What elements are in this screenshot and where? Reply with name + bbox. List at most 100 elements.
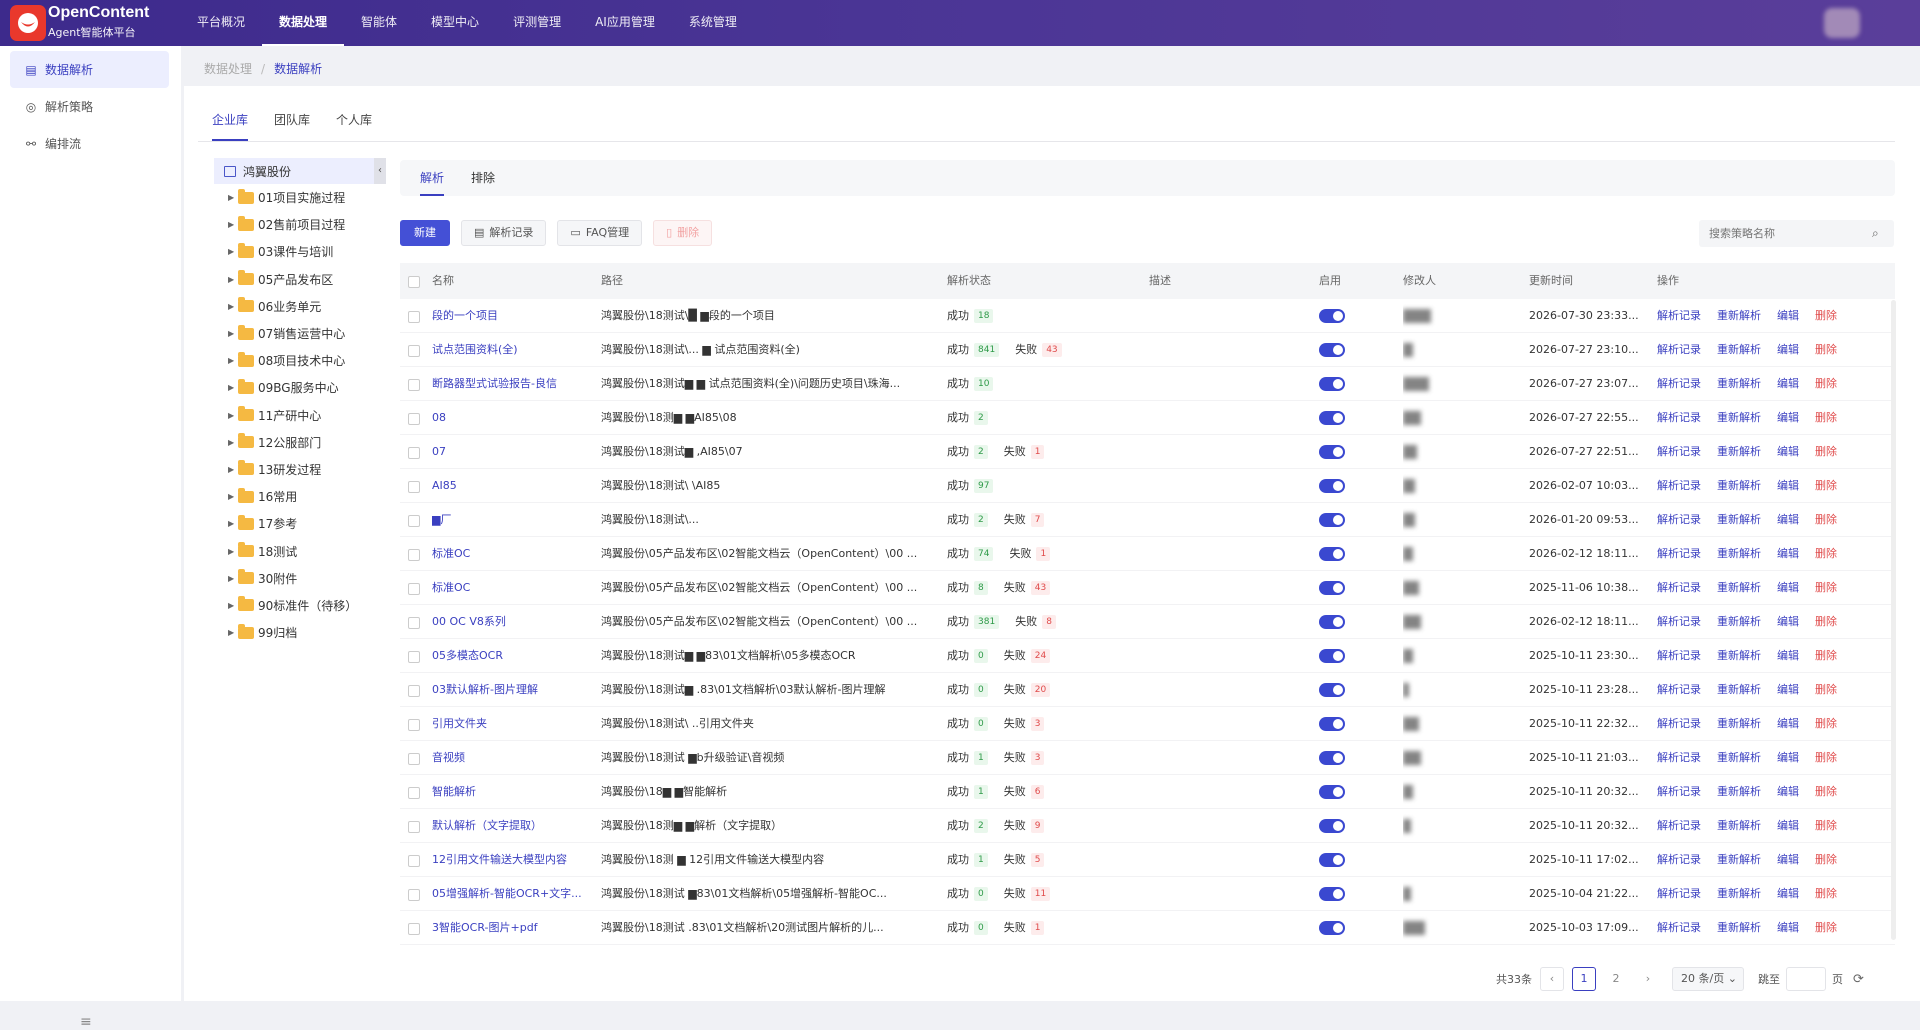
enable-toggle[interactable] — [1319, 445, 1345, 459]
caret-right-icon[interactable]: ▶ — [228, 411, 238, 420]
strategy-name-link[interactable]: 07 — [432, 435, 594, 469]
row-checkbox[interactable] — [408, 447, 420, 459]
tree-root[interactable]: 鸿翼股份 ‹ — [214, 158, 386, 184]
reparse-link[interactable]: 重新解析 — [1717, 785, 1761, 798]
parse-records-link[interactable]: 解析记录 — [1657, 887, 1701, 900]
caret-right-icon[interactable]: ▶ — [228, 438, 238, 447]
nav-item[interactable]: 数据处理 — [262, 0, 345, 46]
row-checkbox[interactable] — [408, 379, 420, 391]
caret-right-icon[interactable]: ▶ — [228, 247, 238, 256]
edit-link[interactable]: 编辑 — [1777, 887, 1799, 900]
page-size-select[interactable]: 20 条/页 ⌄ — [1672, 967, 1744, 991]
strategy-name-link[interactable]: 03默认解析-图片理解 — [432, 673, 594, 707]
enable-toggle[interactable] — [1319, 309, 1345, 323]
delete-link[interactable]: 删除 — [1815, 479, 1837, 492]
reparse-link[interactable]: 重新解析 — [1717, 479, 1761, 492]
caret-right-icon[interactable]: ▶ — [228, 329, 238, 338]
sidebar-item-flow[interactable]: ⚯ 编排流 — [10, 125, 169, 162]
delete-link[interactable]: 删除 — [1815, 343, 1837, 356]
enable-toggle[interactable] — [1319, 853, 1345, 867]
edit-link[interactable]: 编辑 — [1777, 479, 1799, 492]
tree-collapse-button[interactable]: ‹ — [374, 158, 386, 184]
reparse-link[interactable]: 重新解析 — [1717, 853, 1761, 866]
tree-node[interactable]: ▶ 06业务单元 — [214, 293, 384, 320]
strategy-name-link[interactable]: 试点范围资料(全) — [432, 333, 594, 367]
row-checkbox[interactable] — [408, 549, 420, 561]
tab-personal-library[interactable]: 个人库 — [336, 108, 372, 141]
edit-link[interactable]: 编辑 — [1777, 581, 1799, 594]
reparse-link[interactable]: 重新解析 — [1717, 819, 1761, 832]
breadcrumb-parent[interactable]: 数据处理 — [204, 62, 252, 76]
edit-link[interactable]: 编辑 — [1777, 343, 1799, 356]
reparse-link[interactable]: 重新解析 — [1717, 581, 1761, 594]
page-1-button[interactable]: 1 — [1572, 967, 1596, 991]
parse-records-link[interactable]: 解析记录 — [1657, 377, 1701, 390]
enable-toggle[interactable] — [1319, 751, 1345, 765]
caret-right-icon[interactable]: ▶ — [228, 220, 238, 229]
reparse-link[interactable]: 重新解析 — [1717, 717, 1761, 730]
enable-toggle[interactable] — [1319, 649, 1345, 663]
caret-right-icon[interactable]: ▶ — [228, 492, 238, 501]
strategy-name-link[interactable]: 3智能OCR-图片+pdf — [432, 911, 594, 945]
enable-toggle[interactable] — [1319, 887, 1345, 901]
enable-toggle[interactable] — [1319, 921, 1345, 935]
parse-records-link[interactable]: 解析记录 — [1657, 547, 1701, 560]
tab-parse[interactable]: 解析 — [420, 160, 445, 196]
strategy-name-link[interactable]: 08 — [432, 401, 594, 435]
row-checkbox[interactable] — [408, 413, 420, 425]
strategy-name-link[interactable]: 05增强解析-智能OCR+文字... — [432, 877, 594, 911]
refresh-icon[interactable]: ⟳ — [1853, 972, 1864, 987]
faq-button[interactable]: ▭ FAQ管理 — [557, 220, 643, 246]
parse-records-button[interactable]: ▤ 解析记录 — [461, 220, 547, 246]
strategy-name-link[interactable]: 断路器型式试验报告-良信 — [432, 367, 594, 401]
parse-records-link[interactable]: 解析记录 — [1657, 343, 1701, 356]
tab-enterprise-library[interactable]: 企业库 — [212, 108, 249, 141]
tree-node[interactable]: ▶ 01项目实施过程 — [214, 184, 384, 211]
caret-right-icon[interactable]: ▶ — [228, 193, 238, 202]
row-checkbox[interactable] — [408, 651, 420, 663]
enable-toggle[interactable] — [1319, 785, 1345, 799]
row-checkbox[interactable] — [408, 753, 420, 765]
reparse-link[interactable]: 重新解析 — [1717, 377, 1761, 390]
opencontent-logo[interactable] — [10, 5, 46, 41]
jump-page-input[interactable] — [1786, 967, 1826, 991]
caret-right-icon[interactable]: ▶ — [228, 547, 238, 556]
edit-link[interactable]: 编辑 — [1777, 921, 1799, 934]
delete-link[interactable]: 删除 — [1815, 581, 1837, 594]
sidebar-item-data-parsing[interactable]: ▤ 数据解析 — [10, 51, 169, 88]
parse-records-link[interactable]: 解析记录 — [1657, 751, 1701, 764]
tree-node[interactable]: ▶ 90标准件（待移） — [214, 592, 384, 619]
caret-right-icon[interactable]: ▶ — [228, 465, 238, 474]
row-checkbox[interactable] — [408, 345, 420, 357]
tree-node[interactable]: ▶ 08项目技术中心 — [214, 347, 384, 374]
parse-records-link[interactable]: 解析记录 — [1657, 819, 1701, 832]
delete-link[interactable]: 删除 — [1815, 785, 1837, 798]
strategy-name-link[interactable]: ▆厂 — [432, 503, 594, 537]
enable-toggle[interactable] — [1319, 683, 1345, 697]
strategy-name-link[interactable]: 默认解析（文字提取） — [432, 809, 594, 843]
enable-toggle[interactable] — [1319, 479, 1345, 493]
nav-item[interactable]: 智能体 — [344, 0, 414, 46]
row-checkbox[interactable] — [408, 889, 420, 901]
delete-link[interactable]: 删除 — [1815, 649, 1837, 662]
enable-toggle[interactable] — [1319, 581, 1345, 595]
nav-item[interactable]: 评测管理 — [496, 0, 578, 46]
edit-link[interactable]: 编辑 — [1777, 377, 1799, 390]
tree-node[interactable]: ▶ 16常用 — [214, 483, 384, 510]
reparse-link[interactable]: 重新解析 — [1717, 921, 1761, 934]
prev-page-button[interactable]: ‹ — [1540, 967, 1564, 991]
row-checkbox[interactable] — [408, 719, 420, 731]
enable-toggle[interactable] — [1319, 547, 1345, 561]
caret-right-icon[interactable]: ▶ — [228, 383, 238, 392]
tree-node[interactable]: ▶ 99归档 — [214, 619, 384, 646]
enable-toggle[interactable] — [1319, 717, 1345, 731]
caret-right-icon[interactable]: ▶ — [228, 275, 238, 284]
enable-toggle[interactable] — [1319, 513, 1345, 527]
row-checkbox[interactable] — [408, 685, 420, 697]
edit-link[interactable]: 编辑 — [1777, 547, 1799, 560]
parse-records-link[interactable]: 解析记录 — [1657, 785, 1701, 798]
edit-link[interactable]: 编辑 — [1777, 411, 1799, 424]
row-checkbox[interactable] — [408, 515, 420, 527]
row-checkbox[interactable] — [408, 617, 420, 629]
enable-toggle[interactable] — [1319, 377, 1345, 391]
